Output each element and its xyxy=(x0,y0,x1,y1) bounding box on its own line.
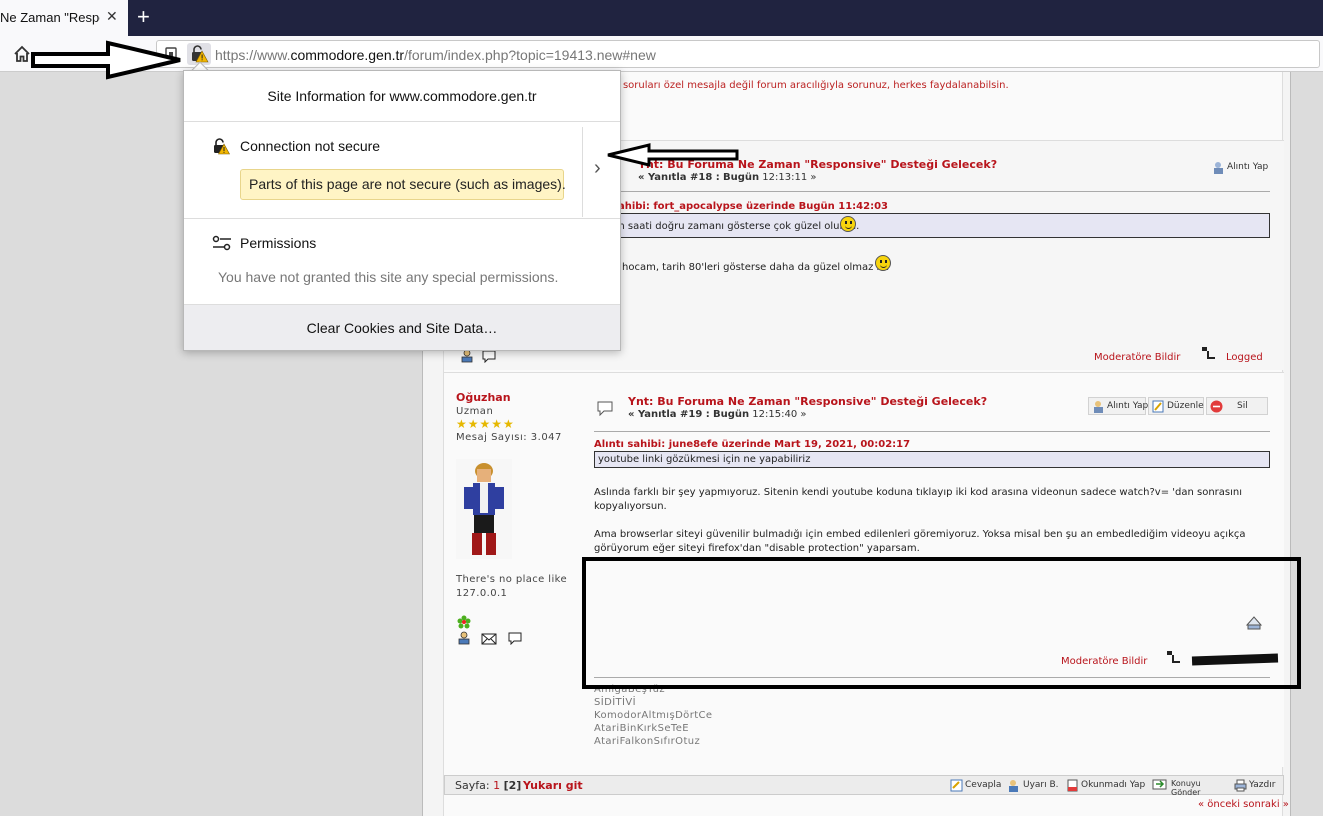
pagination-bar: Sayfa: 1 [2] Yukarı git Cevapla Uyarı B.… xyxy=(444,775,1284,797)
reply-icon xyxy=(950,779,963,792)
delete-icon xyxy=(1210,400,1223,413)
section-separator xyxy=(582,127,583,217)
go-top-link[interactable]: Yukarı git xyxy=(523,779,583,792)
author-rank: Uzman xyxy=(456,406,494,417)
profile-icon[interactable] xyxy=(460,349,474,363)
forum-top-note: k soruları özel mesajla değil forum arac… xyxy=(614,80,1009,91)
quote-icon xyxy=(1092,400,1105,413)
mixed-content-warning: Parts of this page are not secure (such … xyxy=(240,169,566,200)
url-bar[interactable]: https://www.commodore.gen.tr/forum/index… xyxy=(156,40,1320,68)
home-icon[interactable] xyxy=(12,44,32,64)
ip-icon xyxy=(1202,347,1215,359)
email-icon[interactable] xyxy=(481,633,497,645)
post-19-title[interactable]: Ynt: Bu Foruma Ne Zaman "Responsive" Des… xyxy=(628,395,987,408)
reply-button[interactable]: Cevapla xyxy=(947,777,1004,795)
post-18-divider xyxy=(594,191,1270,192)
browser-tab[interactable]: Ne Zaman "Respon ✕ xyxy=(0,0,128,36)
post-18-quote-box: m saati doğru zamanı gösterse çok güzel … xyxy=(594,213,1270,238)
message-icon[interactable] xyxy=(508,631,522,645)
close-tab-icon[interactable]: ✕ xyxy=(106,8,118,25)
post-18-logged: Logged xyxy=(1226,352,1263,363)
post-18-quote-button[interactable]: Alıntı Yap xyxy=(1209,159,1271,177)
post-18-report-link[interactable]: Moderatöre Bildir xyxy=(1094,352,1180,363)
new-tab-icon[interactable]: + xyxy=(137,4,150,30)
prev-next-links[interactable]: « önceki sonraki » xyxy=(1198,799,1289,810)
icq-icon[interactable] xyxy=(457,615,471,629)
smiley-icon xyxy=(875,255,891,271)
warn-icon xyxy=(1008,779,1021,792)
annotation-arrow-to-lock xyxy=(31,40,181,80)
pagination-label: Sayfa: 1 [2] xyxy=(455,779,522,792)
permissions-title: Permissions xyxy=(240,235,317,251)
connection-section[interactable]: Connection not secure Parts of this page… xyxy=(184,122,620,219)
tab-strip: Ne Zaman "Respon ✕ + xyxy=(0,0,1323,36)
smiley-icon xyxy=(840,216,856,232)
warn-button[interactable]: Uyarı B. xyxy=(1005,777,1062,795)
mark-unread-button[interactable]: Okunmadı Yap xyxy=(1063,777,1148,795)
post-19-quote-box: youtube linki gözükmesi için ne yapabili… xyxy=(594,451,1270,468)
annotation-arrow-to-chevron xyxy=(607,143,739,167)
site-information-panel: Site Information for www.commodore.gen.t… xyxy=(183,70,621,351)
message-icon[interactable] xyxy=(482,349,496,363)
post-18-quote-header: sahibi: fort_apocalypse üzerinde Bugün 1… xyxy=(612,201,889,212)
send-icon xyxy=(1152,778,1167,790)
post-19-quote-header: Alıntı sahibi: june8efe üzerinde Mart 19… xyxy=(594,439,911,450)
post-19-edit-button[interactable]: Düzenle xyxy=(1148,397,1204,415)
unread-icon xyxy=(1066,779,1079,792)
author-avatar xyxy=(456,459,512,559)
post-19-body-1: Aslında farklı bir şey yapmıyoruz. Siten… xyxy=(594,487,1243,512)
permissions-description: You have not granted this site any speci… xyxy=(218,269,559,285)
page-2-current: [2] xyxy=(503,779,522,792)
post-19-delete-button[interactable]: Sil xyxy=(1206,397,1268,415)
annotation-frame xyxy=(582,557,1301,689)
tab-title: Ne Zaman "Respon xyxy=(0,10,100,25)
page-1-link[interactable]: 1 xyxy=(493,779,500,792)
author-signature: There's no place like 127.0.0.1 xyxy=(456,574,568,599)
post-19-meta: « Yanıtla #19 : Bugün 12:15:40 » xyxy=(628,409,807,420)
print-button[interactable]: Yazdır xyxy=(1231,777,1278,795)
rank-stars: ★★★★★ xyxy=(456,417,515,431)
post-18-meta: « Yanıtla #18 : Bugün 12:13:11 » xyxy=(638,172,817,183)
post-19-divider xyxy=(594,431,1270,432)
edit-icon xyxy=(1152,400,1165,413)
author-message-count: Mesaj Sayısı: 3.047 xyxy=(456,432,562,443)
permissions-icon xyxy=(212,235,231,251)
signature-list: AmigaBeşYüz SİDİTİVİ KomodorAltmışDörtCe… xyxy=(594,684,713,747)
post-author[interactable]: Oğuzhan xyxy=(456,391,511,404)
connection-status: Connection not secure xyxy=(240,138,381,154)
permissions-section: Permissions You have not granted this si… xyxy=(184,219,620,305)
clear-cookies-button[interactable]: Clear Cookies and Site Data… xyxy=(184,305,620,350)
chevron-right-icon[interactable]: › xyxy=(594,157,601,180)
post-19-body-2: Ama browserlar siteyi güvenilir bulmadığ… xyxy=(594,529,1246,554)
send-topic-button[interactable]: Konuyu Gönder xyxy=(1149,776,1229,797)
post-18-body: hocam, tarih 80'leri gösterse daha da gü… xyxy=(622,262,890,273)
profile-icon[interactable] xyxy=(457,631,471,645)
print-icon xyxy=(1234,779,1247,792)
quote-icon xyxy=(1212,161,1225,174)
popup-header: Site Information for www.commodore.gen.t… xyxy=(184,71,620,122)
insecure-lock-icon xyxy=(214,138,230,155)
post-19-quote-button[interactable]: Alıntı Yap xyxy=(1088,397,1148,415)
post-icon xyxy=(597,401,613,416)
url-text: https://www.commodore.gen.tr/forum/index… xyxy=(215,47,656,63)
